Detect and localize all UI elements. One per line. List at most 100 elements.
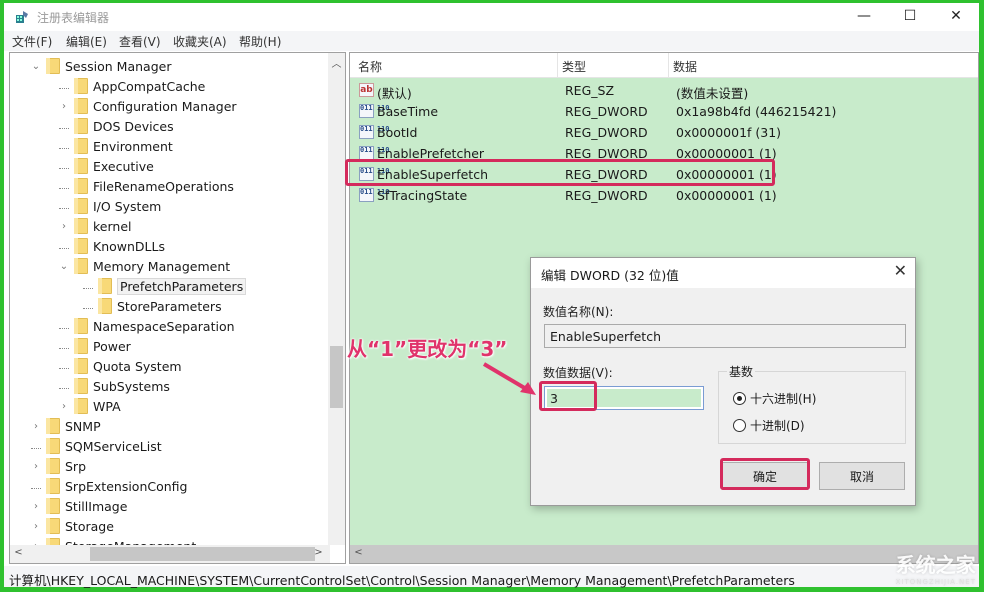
dialog-close-icon[interactable]: ✕: [894, 261, 907, 280]
tree-horizontal-scrollbar[interactable]: < >: [10, 545, 330, 563]
tree-connector: [82, 281, 94, 292]
tree-item[interactable]: › Storage: [30, 516, 114, 536]
folder-icon: [46, 498, 60, 514]
value-data: 0x00000001 (1): [676, 188, 777, 203]
scroll-right-icon[interactable]: >: [310, 547, 327, 558]
tree-item-label: Memory Management: [93, 258, 231, 274]
tree-item[interactable]: SQMServiceList: [30, 436, 162, 456]
value-row[interactable]: 011 110 BootId REG_DWORD 0x0000001f (31): [350, 122, 978, 143]
scroll-left-icon[interactable]: <: [10, 547, 27, 558]
tree-connector: [58, 341, 70, 352]
minimize-button[interactable]: —: [841, 3, 887, 29]
tree-item-label: Quota System: [93, 358, 182, 374]
tree-item-label: KnownDLLs: [93, 238, 165, 254]
folder-icon: [46, 458, 60, 474]
radio-hex-indicator[interactable]: [733, 392, 746, 405]
tree-item[interactable]: DOS Devices: [58, 116, 174, 136]
menu-help[interactable]: 帮助(H): [239, 33, 281, 50]
folder-icon: [74, 378, 88, 394]
tree-item[interactable]: SubSystems: [58, 376, 170, 396]
chevron-right-icon[interactable]: ›: [30, 521, 42, 532]
binary-value-icon: 011 110: [359, 104, 390, 118]
folder-icon: [46, 418, 60, 434]
tree-item[interactable]: Quota System: [58, 356, 182, 376]
tree-connector: [58, 201, 70, 212]
value-type: REG_DWORD: [565, 104, 648, 119]
tree-item[interactable]: ⌄ Session Manager: [30, 56, 171, 76]
values-horizontal-scrollbar[interactable]: <: [350, 545, 978, 563]
tree-connector: [30, 441, 42, 452]
annotation-text: 从“1”更改为“3”: [347, 337, 508, 361]
tree-item-label: StoreParameters: [117, 298, 222, 314]
maximize-button[interactable]: ☐: [887, 3, 933, 29]
menu-favorites[interactable]: 收藏夹(A): [173, 33, 227, 50]
tree-vertical-scrollbar[interactable]: ︿: [328, 53, 345, 545]
tree-item-label: Srp: [65, 458, 87, 474]
chevron-right-icon[interactable]: ›: [58, 401, 70, 412]
folder-icon: [46, 478, 60, 494]
scroll-up-icon[interactable]: ︿: [328, 55, 345, 70]
tree-item[interactable]: SrpExtensionConfig: [30, 476, 187, 496]
cancel-label: 取消: [849, 469, 874, 484]
menu-file[interactable]: 文件(F): [12, 33, 52, 50]
tree-item[interactable]: AppCompatCache: [58, 76, 205, 96]
chevron-right-icon[interactable]: ›: [30, 461, 42, 472]
radio-decimal[interactable]: 十进制(D): [733, 417, 805, 434]
folder-icon: [74, 98, 88, 114]
tree-item[interactable]: › kernel: [58, 216, 132, 236]
status-bar-path: 计算机\HKEY_LOCAL_MACHINE\SYSTEM\CurrentCon…: [4, 566, 979, 588]
tree-item-label: SQMServiceList: [65, 438, 162, 454]
chevron-right-icon[interactable]: ›: [58, 221, 70, 232]
binary-value-icon: 011 110: [359, 188, 390, 202]
value-row[interactable]: 011 110 BaseTime REG_DWORD 0x1a98b4fd (4462…: [350, 101, 978, 122]
tree-item[interactable]: Executive: [58, 156, 154, 176]
tree-hscroll-thumb[interactable]: [90, 547, 315, 561]
chevron-right-icon[interactable]: ›: [58, 101, 70, 112]
tree-item[interactable]: FileRenameOperations: [58, 176, 234, 196]
radio-decimal-indicator[interactable]: [733, 419, 746, 432]
value-name-field[interactable]: EnableSuperfetch: [544, 324, 906, 348]
tree-item[interactable]: Power: [58, 336, 131, 356]
folder-icon: [74, 118, 88, 134]
tree-item[interactable]: › Configuration Manager: [58, 96, 237, 116]
scroll-left-icon[interactable]: <: [350, 547, 367, 558]
chevron-down-icon[interactable]: ⌄: [58, 261, 70, 272]
close-button[interactable]: ✕: [933, 3, 979, 29]
tree-item[interactable]: › StillImage: [30, 496, 127, 516]
binary-value-icon: 011 110: [359, 125, 390, 139]
tree-connector: [58, 381, 70, 392]
tree-item[interactable]: StoreParameters: [82, 296, 222, 316]
chevron-down-icon[interactable]: ⌄: [30, 61, 42, 72]
minimize-icon: —: [857, 8, 871, 24]
chevron-right-icon[interactable]: ›: [30, 501, 42, 512]
value-row[interactable]: 011 110 SfTracingState REG_DWORD 0x00000001…: [350, 185, 978, 206]
folder-icon: [74, 138, 88, 154]
menu-view[interactable]: 查看(V): [119, 33, 161, 50]
folder-icon: [74, 218, 88, 234]
tree-item[interactable]: I/O System: [58, 196, 161, 216]
tree-item[interactable]: › Srp: [30, 456, 86, 476]
tree-item[interactable]: PrefetchParameters: [82, 276, 247, 296]
tree-item[interactable]: ⌄ Memory Management: [58, 256, 230, 276]
tree-item-label: NamespaceSeparation: [93, 318, 235, 334]
tree-item[interactable]: › SNMP: [30, 416, 101, 436]
tree-item[interactable]: NamespaceSeparation: [58, 316, 235, 336]
cancel-button[interactable]: 取消: [819, 462, 905, 490]
tree-item[interactable]: KnownDLLs: [58, 236, 165, 256]
value-data: 0x0000001f (31): [676, 125, 782, 140]
column-data[interactable]: 数据: [673, 58, 697, 75]
chevron-right-icon[interactable]: ›: [30, 421, 42, 432]
menu-edit[interactable]: 编辑(E): [66, 33, 107, 50]
tree-item[interactable]: Environment: [58, 136, 173, 156]
tree-connector: [58, 361, 70, 372]
values-header: 名称 类型 数据: [350, 53, 978, 78]
column-type[interactable]: 类型: [562, 58, 586, 75]
value-row[interactable]: ab (默认) REG_SZ (数值未设置): [350, 80, 978, 101]
tree-vscroll-thumb[interactable]: [330, 346, 343, 408]
base-label: 基数: [727, 363, 756, 380]
highlight-ok-button: [720, 458, 810, 490]
radio-hex[interactable]: 十六进制(H): [733, 390, 816, 407]
column-name[interactable]: 名称: [358, 58, 382, 75]
base-groupbox: 基数 十六进制(H) 十进制(D): [718, 363, 906, 444]
tree-item[interactable]: › WPA: [58, 396, 121, 416]
